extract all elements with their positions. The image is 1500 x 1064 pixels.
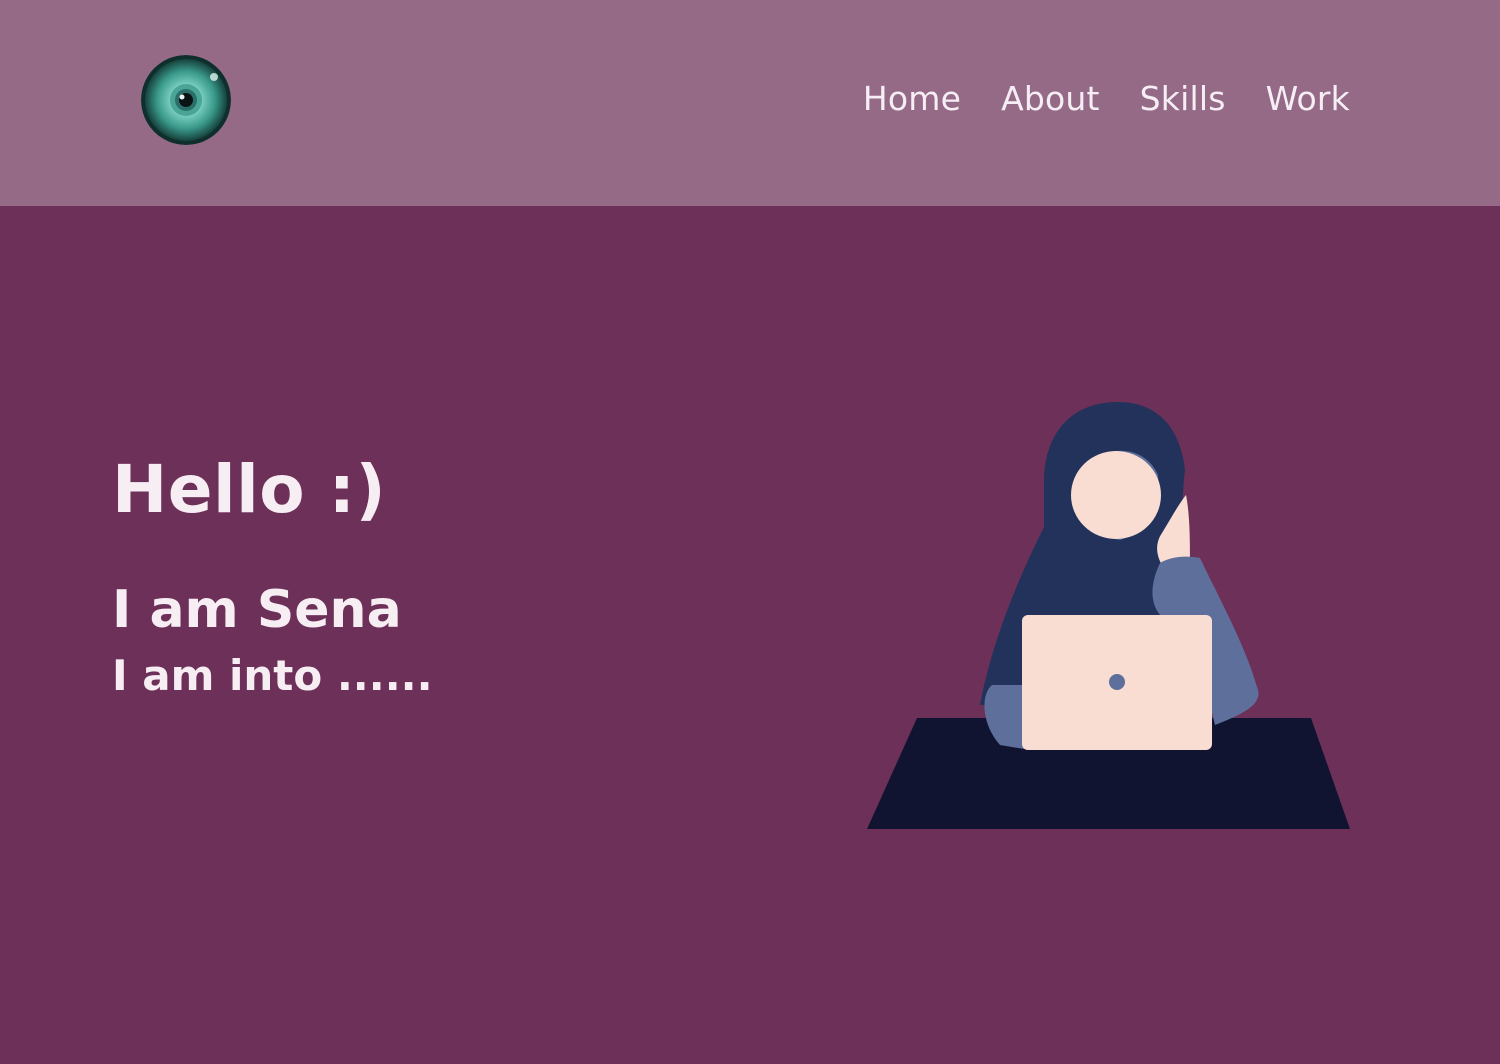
nav-about-link[interactable]: About [1001, 78, 1100, 120]
nav-skills-link[interactable]: Skills [1140, 78, 1226, 120]
nav-home-link[interactable]: Home [863, 78, 961, 120]
site-header: Home About Skills Work [0, 0, 1500, 206]
face-shape [1071, 451, 1161, 539]
nav-work-link[interactable]: Work [1266, 78, 1350, 120]
hero-section: Hello :) I am Sena I am into ...... [112, 448, 433, 702]
hero-interests: I am into ...... [112, 651, 433, 700]
hero-greeting: Hello :) [112, 451, 387, 528]
eye-logo-icon[interactable] [141, 55, 231, 145]
laptop-logo-shape [1109, 674, 1125, 690]
main-nav: Home About Skills Work [863, 78, 1350, 120]
woman-with-laptop-illustration [867, 402, 1350, 829]
hero-name: I am Sena [112, 580, 402, 640]
